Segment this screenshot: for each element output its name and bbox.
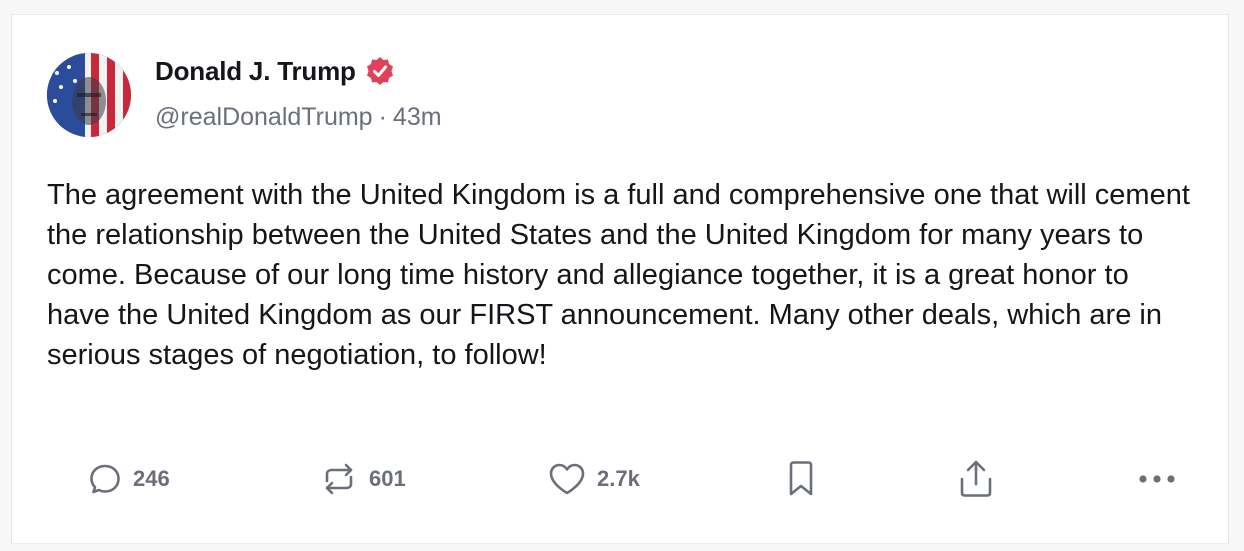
post-card: Donald J. Trump @realDonaldTrump · 43m T… [11, 14, 1229, 544]
repost-button[interactable]: 601 [319, 455, 406, 503]
reply-icon [90, 464, 120, 494]
avatar[interactable] [47, 53, 131, 137]
repost-count: 601 [369, 466, 406, 491]
bookmark-icon [789, 461, 813, 496]
bookmark-button[interactable] [785, 455, 817, 503]
post-body: The agreement with the United Kingdom is… [47, 179, 1190, 371]
repost-icon [325, 463, 353, 495]
share-icon [960, 460, 992, 497]
avatar-image [47, 53, 131, 137]
author-row: Donald J. Trump [155, 55, 396, 87]
verified-badge-icon [364, 55, 396, 87]
author-handle[interactable]: @realDonaldTrump [155, 103, 373, 132]
like-button[interactable]: 2.7k [547, 455, 640, 503]
author-name[interactable]: Donald J. Trump [155, 56, 356, 87]
heart-icon [549, 463, 585, 495]
more-icon [1139, 475, 1175, 483]
like-count: 2.7k [597, 466, 640, 491]
more-button[interactable] [1137, 455, 1177, 503]
reply-button[interactable]: 246 [87, 455, 170, 503]
post-time[interactable]: 43m [393, 103, 442, 132]
meta-separator: · [378, 103, 387, 131]
reply-count: 246 [133, 466, 170, 491]
page: Donald J. Trump @realDonaldTrump · 43m T… [0, 0, 1244, 551]
share-button[interactable] [957, 455, 995, 503]
author-meta: @realDonaldTrump · 43m [155, 103, 442, 132]
action-bar: 246 601 2.7k [47, 455, 1197, 503]
